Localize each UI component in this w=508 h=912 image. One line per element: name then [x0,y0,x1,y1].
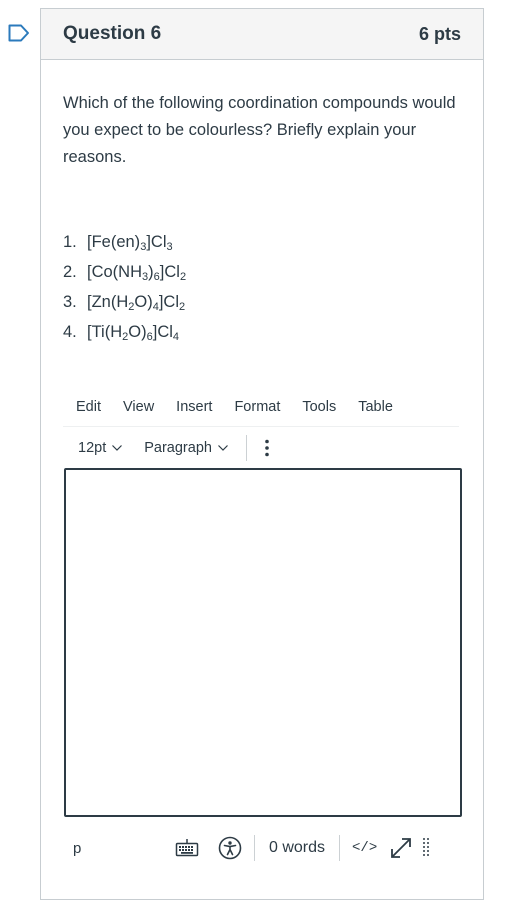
compound-formula: [Fe(en)3]Cl3 [87,233,173,253]
option-number: 1. [63,233,77,251]
more-tools-button[interactable] [259,438,275,458]
word-count[interactable]: 0 words [263,839,331,857]
menu-view[interactable]: View [110,399,163,415]
menu-tools[interactable]: Tools [289,399,345,415]
resize-handle[interactable] [421,836,431,860]
flag-outline-icon[interactable] [8,24,30,42]
status-divider [339,835,341,861]
accessibility-checker-button[interactable] [218,836,242,860]
element-path[interactable]: p [73,840,163,857]
compound-option: 2. [Co(NH3)6]Cl2 [63,257,186,287]
editor-menubar: Edit View Insert Format Tools Table [63,387,459,427]
block-format-select[interactable]: Paragraph [132,440,238,456]
expand-arrows-icon [391,838,412,858]
option-number: 4. [63,323,77,341]
fullscreen-button[interactable] [389,836,413,860]
option-number: 2. [63,263,77,281]
font-size-select[interactable]: 12pt [63,440,132,456]
toolbar-divider [245,435,247,461]
html-editor-toggle[interactable]: </> [346,840,383,856]
question-header: Question 6 6 pts [41,9,483,60]
editor-statusbar: p 0 words </> [63,831,463,865]
compound-formula: [Zn(H2O)4]Cl2 [87,293,186,313]
status-divider [254,835,255,861]
menu-table[interactable]: Table [345,399,402,415]
question-title: Question 6 [63,23,162,44]
menu-edit[interactable]: Edit [63,399,110,415]
font-size-value: 12pt [78,440,107,456]
block-format-value: Paragraph [144,440,212,456]
compound-option: 4. [Ti(H2O)6]Cl4 [63,317,186,347]
question-card: Question 6 6 pts Which of the following … [40,8,484,900]
compound-option: 3. [Zn(H2O)4]Cl2 [63,287,186,317]
compound-formula: [Ti(H2O)6]Cl4 [87,323,180,343]
editor-toolbar: 12pt Paragraph [63,429,459,467]
compound-list: 1. [Fe(en)3]Cl3 2. [Co(NH3)6]Cl2 3. [Zn(H2O)4… [63,227,186,347]
keyboard-icon [175,839,199,857]
keyboard-shortcuts-button[interactable] [175,836,199,860]
chevron-down-icon [218,445,228,451]
compound-option: 1. [Fe(en)3]Cl3 [63,227,186,257]
question-points: 6 pts [418,23,461,44]
chevron-down-icon [112,445,123,451]
answer-editor[interactable] [64,468,462,817]
resize-grip-icon [423,838,430,856]
question-text: Which of the following coordination comp… [63,94,456,166]
menu-insert[interactable]: Insert [163,399,221,415]
option-number: 3. [63,293,77,311]
accessibility-icon [218,836,242,860]
compound-formula: [Co(NH3)6]Cl2 [87,263,187,283]
menu-format[interactable]: Format [221,399,289,415]
vertical-dots-icon [265,439,269,457]
